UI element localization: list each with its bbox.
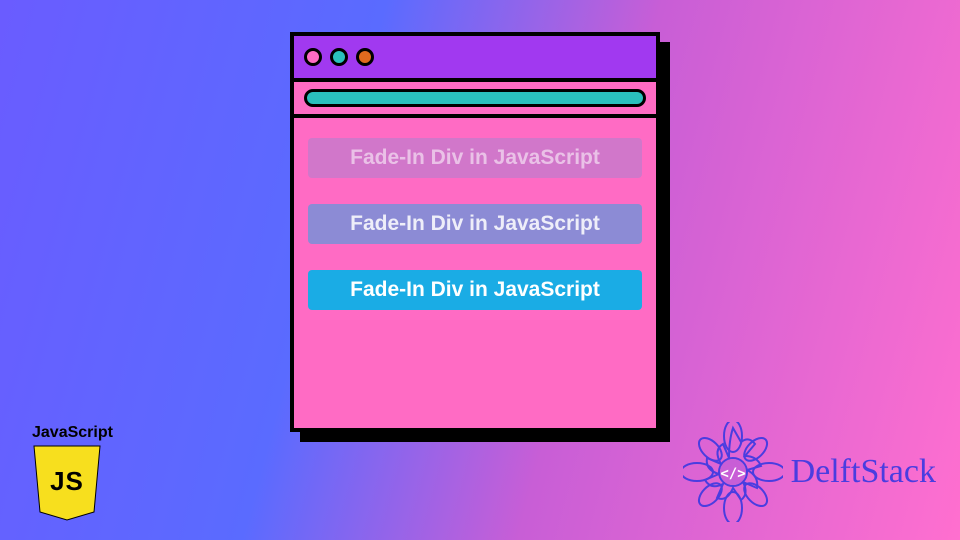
window-frame: Fade-In Div in JavaScript Fade-In Div in… bbox=[290, 32, 660, 432]
delftstack-mandala-icon: </> bbox=[683, 422, 783, 522]
urlbar bbox=[304, 89, 646, 107]
fade-box-2-label: Fade-In Div in JavaScript bbox=[350, 212, 600, 236]
delftstack-logo: </> DelftStack bbox=[683, 422, 936, 522]
delftstack-wordmark: DelftStack bbox=[791, 453, 936, 491]
urlbar-row bbox=[294, 82, 656, 118]
javascript-shield-icon: JS bbox=[32, 444, 102, 522]
fade-box-1-label: Fade-In Div in JavaScript bbox=[350, 146, 600, 170]
fade-box-1: Fade-In Div in JavaScript bbox=[308, 138, 642, 178]
window-content: Fade-In Div in JavaScript Fade-In Div in… bbox=[294, 118, 656, 428]
titlebar bbox=[294, 36, 656, 82]
javascript-badge: JavaScript JS bbox=[32, 424, 128, 522]
window-control-close-icon bbox=[304, 48, 322, 66]
javascript-shield-letters: JS bbox=[32, 466, 102, 497]
fade-box-3-label: Fade-In Div in JavaScript bbox=[350, 278, 600, 302]
fade-box-2: Fade-In Div in JavaScript bbox=[308, 204, 642, 244]
window-control-zoom-icon bbox=[356, 48, 374, 66]
svg-text:</>: </> bbox=[720, 466, 745, 482]
fade-box-3: Fade-In Div in JavaScript bbox=[308, 270, 642, 310]
javascript-badge-label: JavaScript bbox=[32, 424, 128, 442]
browser-window: Fade-In Div in JavaScript Fade-In Div in… bbox=[290, 32, 660, 432]
window-control-minimize-icon bbox=[330, 48, 348, 66]
